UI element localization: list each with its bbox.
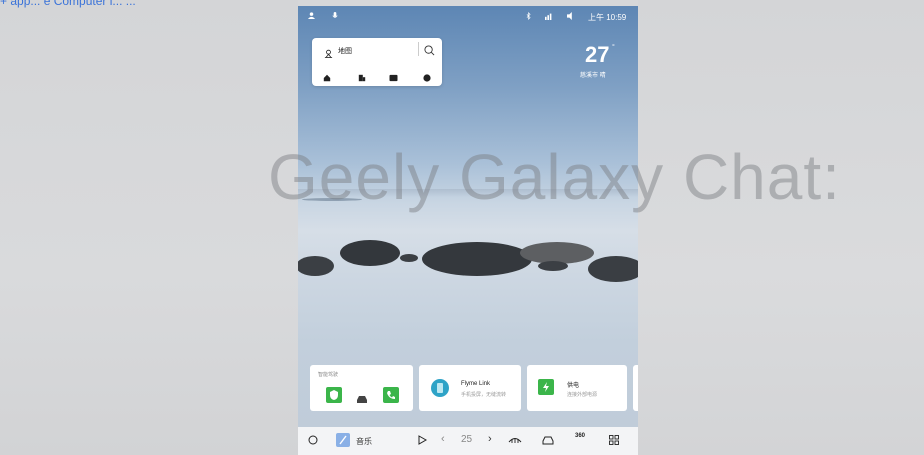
signal-icon (545, 12, 553, 22)
shield-icon[interactable] (326, 387, 342, 403)
power-card[interactable]: 供电 连接外部电源 (527, 365, 627, 411)
chevron-right-icon[interactable]: › (488, 433, 492, 445)
rock (588, 256, 638, 282)
watermark: Geely Galaxy Chat: (268, 141, 841, 213)
map-widget[interactable]: 地图 (312, 38, 442, 86)
card-subtitle: 连接外部电源 (567, 392, 598, 398)
home-circle-icon[interactable] (308, 435, 318, 447)
driving-card[interactable]: 智能驾驶 (310, 365, 413, 411)
home-icon[interactable] (323, 69, 331, 87)
car-icon[interactable] (356, 391, 368, 409)
rock (538, 261, 568, 271)
lightning-icon (538, 379, 554, 395)
status-bar: 上午 10:59 (298, 6, 638, 28)
location-icon (324, 45, 333, 63)
rock (422, 242, 532, 276)
view-360-icon[interactable]: 360 (575, 433, 585, 439)
background-right (638, 0, 924, 455)
volume-icon[interactable] (567, 12, 575, 22)
divider (418, 42, 419, 56)
flyme-link-card[interactable]: Flyme Link 手机投屏，无缝流转 (419, 365, 521, 411)
company-icon[interactable] (358, 69, 366, 87)
card-title: Flyme Link (461, 381, 491, 387)
food-icon[interactable] (423, 69, 431, 87)
weather-temperature: 27 (585, 42, 610, 67)
partial-card[interactable] (633, 365, 638, 411)
car-screen: 上午 10:59 地图 27 ° 慈溪市 晴 智能驾驶 Flyme Link 手… (298, 6, 638, 455)
defrost-icon[interactable] (508, 435, 522, 447)
card-title: 供电 (567, 383, 580, 389)
bottom-dock: 音乐 ‹ 25 › 360 (298, 427, 638, 455)
card-subtitle: 手机投屏，无缝流转 (461, 392, 507, 398)
microphone-icon[interactable] (332, 12, 338, 22)
bluetooth-icon (526, 12, 531, 22)
background-left (0, 0, 298, 455)
car-icon[interactable] (542, 436, 554, 447)
map-title: 地图 (338, 48, 352, 55)
parking-icon[interactable] (389, 69, 398, 87)
temperature-value: 25 (461, 434, 473, 445)
play-icon[interactable] (418, 435, 428, 447)
rock (298, 256, 334, 276)
phone-icon[interactable] (383, 387, 399, 403)
user-icon[interactable] (308, 12, 315, 21)
rock (340, 240, 400, 266)
top-link[interactable]: + app... e Computer i... ... (0, 0, 136, 8)
flyme-link-icon (431, 379, 449, 397)
weather-location: 慈溪市 晴 (580, 73, 606, 79)
card-title: 智能驾驶 (318, 372, 339, 378)
search-icon[interactable] (424, 43, 435, 61)
weather-unit: ° (612, 44, 615, 51)
chevron-left-icon[interactable]: ‹ (441, 433, 445, 445)
apps-icon[interactable] (609, 435, 619, 447)
rock (400, 254, 418, 262)
music-label[interactable]: 音乐 (356, 436, 372, 447)
music-icon[interactable] (336, 433, 350, 447)
clock: 上午 10:59 (588, 13, 627, 22)
